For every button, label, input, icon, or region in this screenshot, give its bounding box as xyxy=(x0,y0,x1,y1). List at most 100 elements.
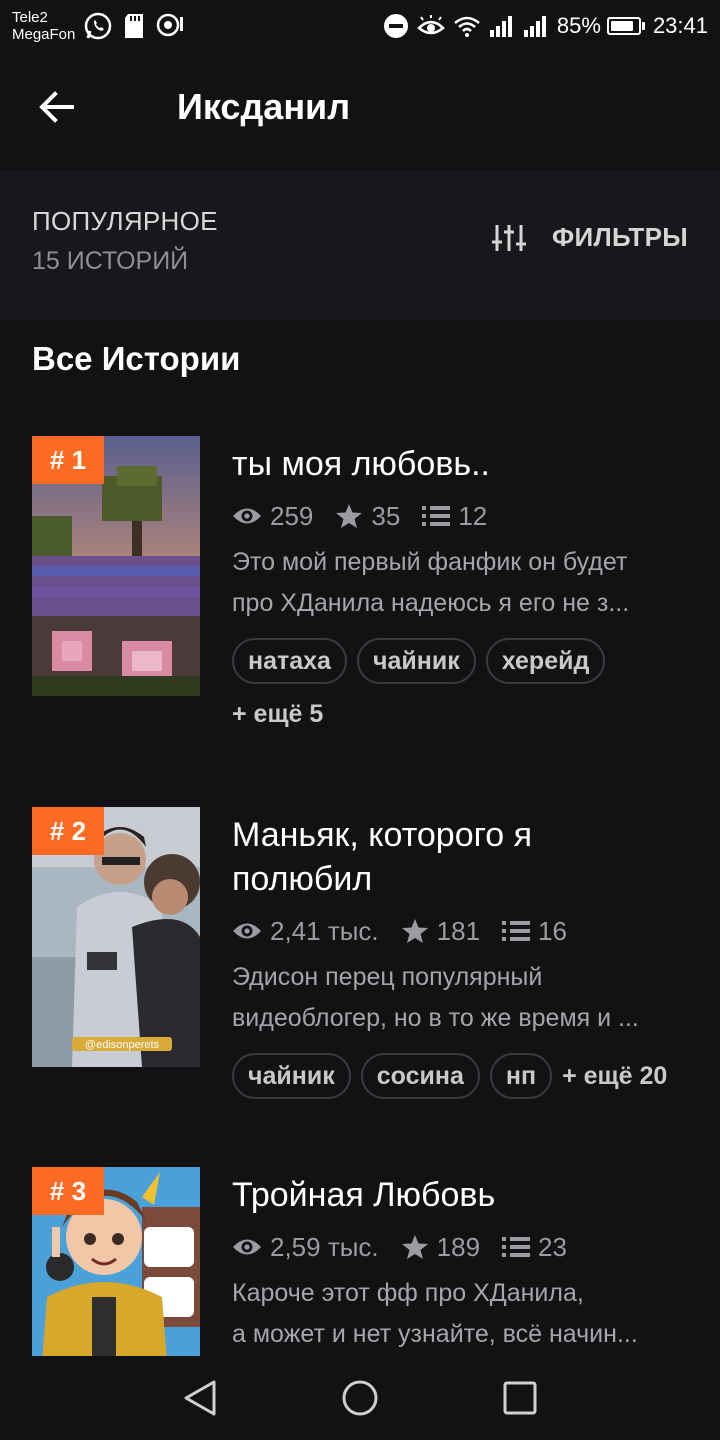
sd-card-icon xyxy=(123,12,145,40)
story-info: Маньяк, которого я полюбил 2,41 тыс. 181… xyxy=(232,813,692,1099)
views-stat: 259 xyxy=(232,501,313,532)
story-title-line: Маньяк, которого я xyxy=(232,816,533,854)
whatsapp-icon xyxy=(83,11,113,41)
views-stat: 2,41 тыс. xyxy=(232,916,379,947)
signal-2-icon xyxy=(523,14,549,38)
filters-label: ФИЛЬТРЫ xyxy=(552,222,688,252)
story-stats: 2,59 тыс. 189 23 xyxy=(232,1231,692,1263)
triangle-back-icon xyxy=(184,1380,216,1416)
story-title-line: Тройная Любовь xyxy=(232,1176,496,1214)
description-line: а может и нет узнайте, всё начин... xyxy=(232,1320,638,1348)
story-description: Это мой первый фанфик он будет про ХДани… xyxy=(232,542,688,624)
story-title: Тройная Любовь xyxy=(232,1173,692,1217)
description-line: Кароче этот фф про ХДанила, xyxy=(232,1279,584,1307)
square-recents-icon xyxy=(503,1381,537,1415)
app-header: Иксданил xyxy=(0,52,720,162)
rank-badge: # 2 xyxy=(32,807,104,855)
story-description: Эдисон перец популярный видеоблогер, но … xyxy=(232,957,688,1039)
parts-stat: 12 xyxy=(422,501,487,532)
system-nav-bar xyxy=(0,1356,720,1440)
nav-home-button[interactable] xyxy=(320,1358,400,1438)
stars-stat: 35 xyxy=(335,501,400,532)
stars-count: 189 xyxy=(436,1231,481,1262)
wifi-icon xyxy=(453,15,481,37)
parts-count: 23 xyxy=(538,1231,567,1262)
tag-chip[interactable]: нп xyxy=(489,1053,553,1099)
story-card[interactable]: # 1 ты моя любовь.. 259 35 12 Это мой пе… xyxy=(0,436,720,736)
back-button[interactable] xyxy=(0,52,112,162)
tag-list: чайник сосина нп + ещё 20 xyxy=(232,1053,692,1099)
carrier-names: Tele2 MegaFon xyxy=(12,9,75,43)
views-count: 259 xyxy=(270,500,314,531)
description-line: Эдисон перец популярный xyxy=(232,963,543,991)
story-title-line: полюбил xyxy=(232,860,373,898)
carrier-2: MegaFon xyxy=(12,26,76,43)
filters-button[interactable]: ФИЛЬТРЫ xyxy=(492,222,688,253)
signal-1-icon xyxy=(489,14,515,38)
story-info: ты моя любовь.. 259 35 12 Это мой первый… xyxy=(232,442,692,729)
status-right: 85% 23:41 xyxy=(383,13,708,39)
carrier-1: Tele2 xyxy=(12,9,48,26)
popular-section-bar: ПОПУЛЯРНОЕ 15 ИСТОРИЙ ФИЛЬТРЫ xyxy=(0,170,720,320)
battery-icon xyxy=(606,17,645,35)
stars-count: 35 xyxy=(371,500,401,531)
list-icon xyxy=(502,921,531,941)
clock: 23:41 xyxy=(652,13,708,38)
do-not-disturb-icon xyxy=(383,13,409,39)
eye-comfort-icon xyxy=(417,14,445,38)
description-line: про ХДанила надеюсь я его не з... xyxy=(232,589,630,617)
nav-recents-button[interactable] xyxy=(480,1358,560,1438)
arrow-left-icon xyxy=(39,91,74,123)
tag-list: натаха чайник херейд xyxy=(232,638,692,684)
story-card[interactable]: # 3 Тройная Любовь 2,59 тыс. 189 23 Каро… xyxy=(0,1167,720,1356)
all-stories-heading: Все Истории xyxy=(32,340,241,377)
parts-count: 16 xyxy=(538,915,567,946)
hotspot-icon xyxy=(155,12,185,40)
story-card[interactable]: @edisonperets # 2 Маньяк, которого я пол… xyxy=(0,807,720,1107)
section-info: ПОПУЛЯРНОЕ 15 ИСТОРИЙ xyxy=(32,206,218,276)
cover-caption: @edisonperets xyxy=(85,1039,160,1051)
star-icon xyxy=(401,1235,428,1259)
story-cover: # 1 xyxy=(32,436,200,696)
battery-percent: 85% xyxy=(556,13,601,38)
list-icon xyxy=(502,1237,531,1257)
story-title-line: ты моя любовь.. xyxy=(232,445,490,483)
star-icon xyxy=(336,504,363,528)
story-stats: 259 35 12 xyxy=(232,500,692,532)
story-info: Тройная Любовь 2,59 тыс. 189 23 Кароче э… xyxy=(232,1173,692,1355)
tag-chip[interactable]: херейд xyxy=(485,638,606,684)
eye-icon xyxy=(233,1239,261,1255)
status-bar: Tele2 MegaFon 85% 23:41 xyxy=(0,0,720,52)
stars-stat: 189 xyxy=(401,1232,480,1263)
tag-chip[interactable]: сосина xyxy=(360,1053,480,1099)
star-icon xyxy=(401,919,428,943)
more-tags-link[interactable]: + ещё 5 xyxy=(232,700,692,729)
app-screen: Tele2 MegaFon 85% 23:41 Иксданил ПОПУЛЯР… xyxy=(0,0,720,1440)
tag-chip[interactable]: чайник xyxy=(356,638,476,684)
tag-chip[interactable]: чайник xyxy=(232,1053,351,1099)
description-line: Это мой первый фанфик он будет xyxy=(232,548,628,576)
story-cover: # 3 xyxy=(32,1167,200,1356)
story-count: 15 ИСТОРИЙ xyxy=(32,247,189,275)
description-line: видеоблогер, но в то же время и ... xyxy=(232,1004,639,1032)
eye-icon xyxy=(233,508,261,524)
views-count: 2,41 тыс. xyxy=(270,915,379,946)
rank-badge: # 3 xyxy=(32,1167,104,1215)
more-tags-link[interactable]: + ещё 20 xyxy=(562,1062,667,1091)
parts-stat: 16 xyxy=(502,916,567,947)
story-title: ты моя любовь.. xyxy=(232,442,692,486)
parts-count: 12 xyxy=(458,500,488,531)
rank-badge: # 1 xyxy=(32,436,104,484)
nav-back-button[interactable] xyxy=(160,1358,240,1438)
story-title: Маньяк, которого я полюбил xyxy=(232,813,692,901)
circle-home-icon xyxy=(342,1380,378,1416)
story-cover: @edisonperets # 2 xyxy=(32,807,200,1067)
page-title: Иксданил xyxy=(177,86,351,127)
list-icon xyxy=(422,506,451,526)
story-stats: 2,41 тыс. 181 16 xyxy=(232,915,692,947)
tag-chip[interactable]: натаха xyxy=(232,638,347,684)
views-count: 2,59 тыс. xyxy=(270,1231,379,1262)
views-stat: 2,59 тыс. xyxy=(232,1232,379,1263)
parts-stat: 23 xyxy=(502,1232,567,1263)
sliders-icon xyxy=(492,224,527,251)
